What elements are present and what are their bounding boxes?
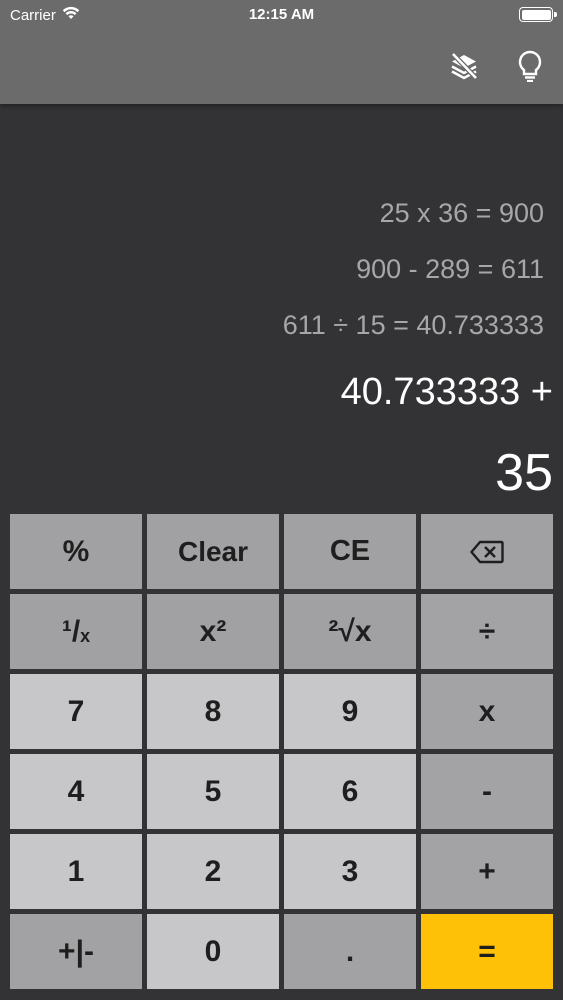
battery-icon bbox=[519, 7, 557, 22]
digit-0-button[interactable]: 0 bbox=[147, 914, 279, 989]
layers-off-button[interactable] bbox=[446, 48, 482, 84]
history-line: 611 ÷ 15 = 40.733333 bbox=[282, 310, 544, 340]
percent-button[interactable]: % bbox=[10, 514, 142, 589]
reciprocal-label: ¹/ bbox=[61, 614, 81, 648]
digit-7-button[interactable]: 7 bbox=[10, 674, 142, 749]
clear-button[interactable]: Clear bbox=[147, 514, 279, 589]
multiply-button[interactable]: x bbox=[421, 674, 553, 749]
keypad: % Clear CE ¹/x x² ²√x ÷ 7 8 9 x 4 5 6 - … bbox=[10, 514, 553, 992]
decimal-point-button[interactable]: . bbox=[284, 914, 416, 989]
current-expression: 40.733333 + bbox=[340, 371, 553, 413]
clear-entry-button[interactable]: CE bbox=[284, 514, 416, 589]
backspace-icon bbox=[470, 540, 504, 563]
status-bar: Carrier 12:15 AM bbox=[0, 0, 563, 30]
digit-6-button[interactable]: 6 bbox=[284, 754, 416, 829]
top-bar: Carrier 12:15 AM bbox=[0, 0, 563, 104]
digit-8-button[interactable]: 8 bbox=[147, 674, 279, 749]
history-list: 25 x 36 = 900 900 - 289 = 611 611 ÷ 15 =… bbox=[24, 190, 544, 358]
square-button[interactable]: x² bbox=[147, 594, 279, 669]
plus-button[interactable]: + bbox=[421, 834, 553, 909]
status-time: 12:15 AM bbox=[248, 6, 315, 23]
history-line: 900 - 289 = 611 bbox=[356, 254, 544, 284]
reciprocal-button[interactable]: ¹/x bbox=[10, 594, 142, 669]
square-root-button[interactable]: ²√x bbox=[284, 594, 416, 669]
reciprocal-sub-label: x bbox=[80, 626, 91, 646]
divide-button[interactable]: ÷ bbox=[421, 594, 553, 669]
digit-3-button[interactable]: 3 bbox=[284, 834, 416, 909]
digit-5-button[interactable]: 5 bbox=[147, 754, 279, 829]
history-line: 25 x 36 = 900 bbox=[379, 198, 544, 228]
lightbulb-button[interactable] bbox=[512, 48, 548, 84]
backspace-button[interactable] bbox=[421, 514, 553, 589]
lightbulb-icon bbox=[518, 50, 542, 82]
minus-button[interactable]: - bbox=[421, 754, 553, 829]
digit-9-button[interactable]: 9 bbox=[284, 674, 416, 749]
digit-4-button[interactable]: 4 bbox=[10, 754, 142, 829]
sign-toggle-button[interactable]: +|- bbox=[10, 914, 142, 989]
layers-off-icon bbox=[451, 52, 478, 80]
digit-1-button[interactable]: 1 bbox=[10, 834, 142, 909]
equals-button[interactable]: = bbox=[421, 914, 553, 989]
result-display: 35 bbox=[495, 444, 553, 502]
digit-2-button[interactable]: 2 bbox=[147, 834, 279, 909]
